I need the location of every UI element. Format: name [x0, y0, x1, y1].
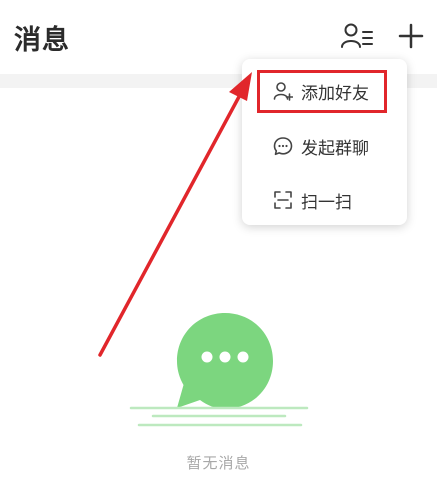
- menu-item-label: 扫一扫: [301, 192, 352, 213]
- chat-bubble-illustration: [129, 313, 309, 427]
- scan-icon: [274, 191, 292, 209]
- menu-item-scan[interactable]: 扫一扫: [242, 179, 407, 221]
- plus-icon[interactable]: [398, 23, 424, 49]
- page-title: 消息: [14, 25, 70, 56]
- highlight-box: [257, 70, 387, 113]
- empty-state-text: 暂无消息: [186, 454, 251, 472]
- menu-item-group-chat[interactable]: 发起群聊: [242, 125, 407, 167]
- contacts-list-icon[interactable]: [340, 22, 374, 50]
- chat-bubble-icon: [273, 137, 293, 156]
- menu-item-label: 发起群聊: [301, 138, 369, 159]
